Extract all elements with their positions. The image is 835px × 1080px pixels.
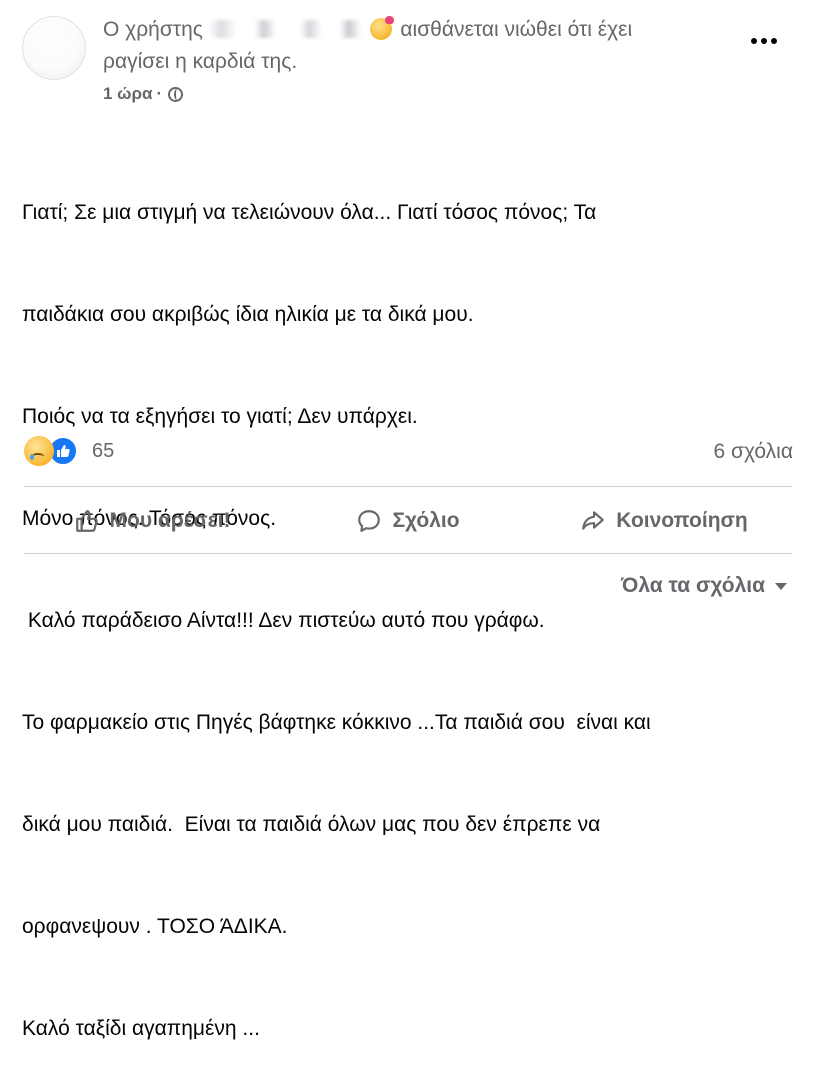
post-body-line: ορφανεψουν . ΤΟΣΟ ΆΔΙΚΑ.: [22, 915, 288, 938]
more-options-icon[interactable]: [751, 38, 777, 44]
post-meta: 1 ώρα ·: [103, 84, 184, 104]
comment-button-label: Σχόλιο: [392, 509, 460, 532]
redacted-username[interactable]: [208, 20, 361, 38]
comments-sort-label: Όλα τα σχόλια: [621, 574, 765, 597]
divider: [24, 486, 792, 487]
header-prefix: Ο χρήστης: [103, 18, 203, 41]
reaction-count[interactable]: 65: [92, 440, 114, 463]
share-button[interactable]: Κοινοποίηση: [536, 492, 792, 550]
post-actions: Μου αρέσει! Σχόλιο Κοινοποίηση: [24, 492, 792, 550]
reactions-summary[interactable]: 65: [24, 436, 114, 466]
comment-button[interactable]: Σχόλιο: [280, 492, 536, 550]
post-body-line: δικά μου παιδιά. Είναι τα παιδιά όλων μα…: [22, 813, 601, 836]
post-time[interactable]: 1 ώρα: [103, 84, 153, 104]
post-body-line: Καλό παράδεισο Αίντα!!! Δεν πιστεύω αυτό…: [22, 609, 545, 632]
post-body-line: Ποιός να τα εξηγήσει το γιατί; Δεν υπάρχ…: [22, 405, 418, 428]
post-header-line-1: Ο χρήστης αισθάνεται νιώθει ότι έχει: [103, 16, 633, 42]
sad-reaction-icon: [24, 436, 54, 466]
divider: [24, 553, 792, 554]
heartbroken-emoji-icon: [369, 16, 394, 40]
like-button-label: Μου αρέσει!: [109, 509, 231, 532]
post-body-line: Καλό ταξίδι αγαπημένη ...: [22, 1017, 260, 1040]
share-button-label: Κοινοποίηση: [616, 509, 748, 532]
like-button[interactable]: Μου αρέσει!: [24, 492, 280, 550]
header-feeling-text: αισθάνεται νιώθει ότι έχει: [400, 18, 633, 41]
caret-down-icon: [775, 582, 787, 590]
meta-separator: ·: [156, 84, 163, 103]
globe-icon[interactable]: [168, 86, 184, 102]
author-avatar[interactable]: [22, 16, 86, 80]
post-body-line: Το φαρμακείο στις Πηγές βάφτηκε κόκκινο …: [22, 711, 651, 734]
share-icon: [582, 511, 605, 530]
comment-icon: [358, 510, 381, 532]
post-body-line: Γιατί; Σε μια στιγμή να τελειώνουν όλα..…: [22, 201, 597, 224]
thumbs-up-icon: [75, 510, 98, 532]
comments-sort-dropdown[interactable]: Όλα τα σχόλια: [621, 574, 787, 598]
comments-count-link[interactable]: 6 σχόλια: [713, 440, 793, 464]
post-body-line: παιδάκια σου ακριβώς ίδια ηλικία με τα δ…: [22, 303, 474, 326]
post-header-line-2: ραγίσει η καρδιά της.: [103, 50, 298, 73]
post-body: Γιατί; Σε μια στιγμή να τελειώνουν όλα..…: [22, 128, 802, 1080]
